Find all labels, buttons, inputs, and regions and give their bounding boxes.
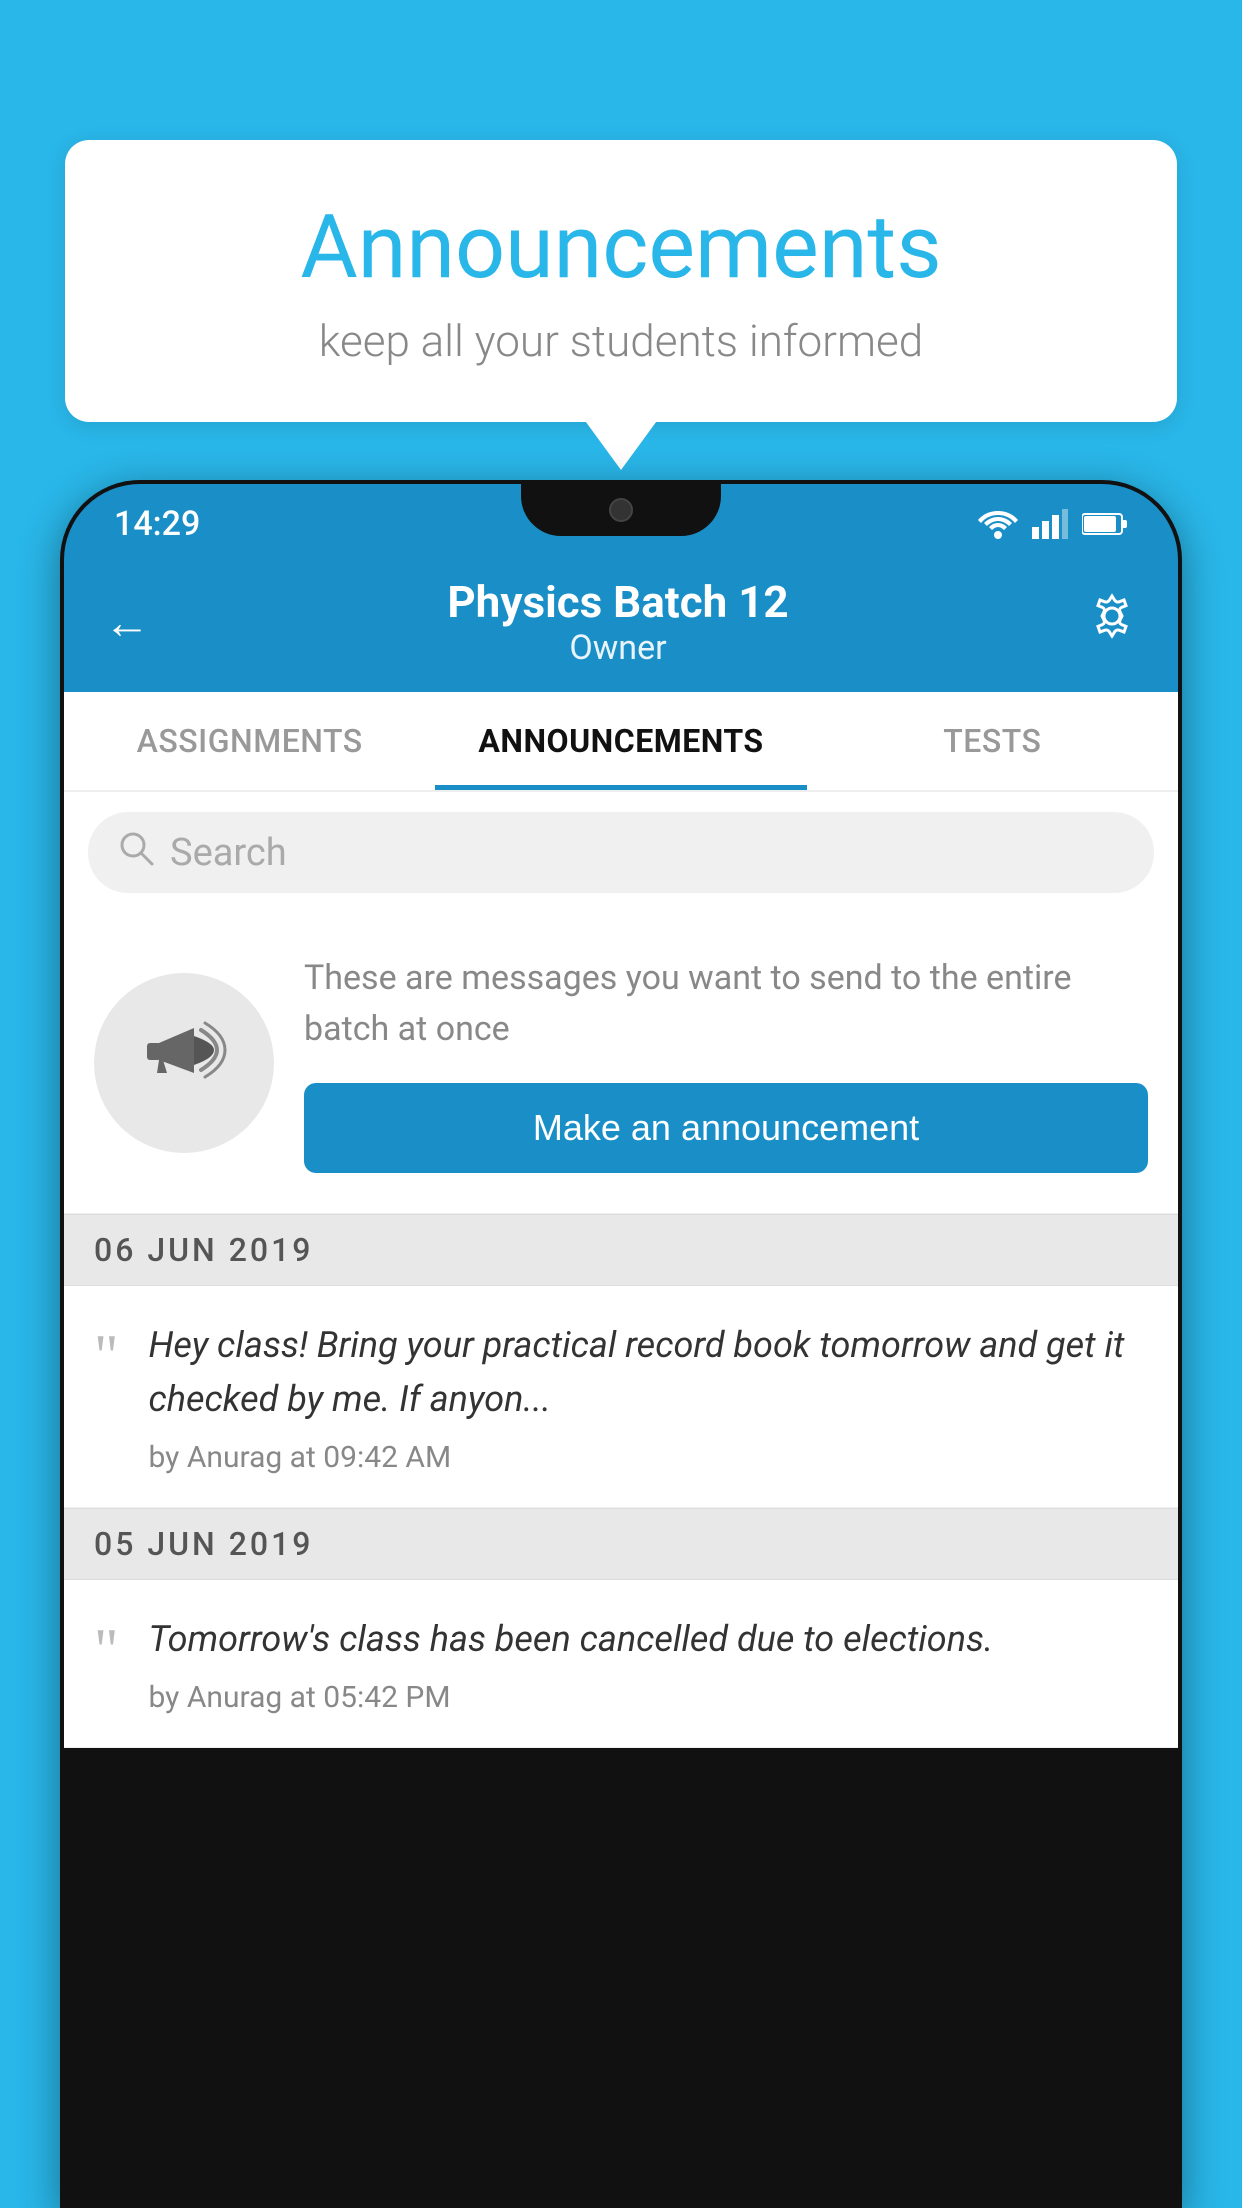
phone-notch: [521, 484, 721, 536]
announcement-text-1: Hey class! Bring your practical record b…: [149, 1318, 1149, 1426]
bubble-title: Announcements: [105, 200, 1137, 297]
battery-icon: [1082, 511, 1128, 537]
tab-assignments[interactable]: ASSIGNMENTS: [64, 692, 435, 790]
search-icon: [118, 830, 154, 875]
speech-bubble-container: Announcements keep all your students inf…: [65, 140, 1177, 422]
signal-icon: [1032, 509, 1068, 539]
announcement-meta-1: by Anurag at 09:42 AM: [149, 1440, 1149, 1475]
announcement-item-2[interactable]: " Tomorrow's class has been cancelled du…: [64, 1580, 1178, 1748]
announcement-meta-2: by Anurag at 05:42 PM: [149, 1680, 1149, 1715]
header-title: Physics Batch 12: [150, 576, 1086, 628]
camera-notch: [609, 498, 633, 522]
tab-announcements[interactable]: ANNOUNCEMENTS: [435, 692, 806, 790]
announcement-content-2: Tomorrow's class has been cancelled due …: [149, 1612, 1149, 1715]
announcement-text-2: Tomorrow's class has been cancelled due …: [149, 1612, 1149, 1666]
announcement-item-1[interactable]: " Hey class! Bring your practical record…: [64, 1286, 1178, 1508]
make-announcement-button[interactable]: Make an announcement: [304, 1083, 1148, 1173]
quote-icon-1: ": [94, 1326, 119, 1386]
phone-frame: 14:29: [60, 480, 1182, 2208]
promo-icon-circle: [94, 973, 274, 1153]
tab-tests[interactable]: TESTS: [807, 692, 1178, 790]
megaphone-icon: [139, 1008, 229, 1118]
tabs-bar: ASSIGNMENTS ANNOUNCEMENTS TESTS: [64, 692, 1178, 792]
header-center: Physics Batch 12 Owner: [150, 576, 1086, 668]
date-separator-1: 06 JUN 2019: [64, 1214, 1178, 1286]
search-input-container[interactable]: Search: [88, 812, 1154, 893]
quote-icon-2: ": [94, 1620, 119, 1680]
settings-button[interactable]: [1086, 590, 1138, 654]
promo-right: These are messages you want to send to t…: [304, 953, 1148, 1173]
phone-inner: 14:29: [64, 484, 1178, 2204]
back-button[interactable]: ←: [104, 595, 150, 650]
bubble-subtitle: keep all your students informed: [105, 315, 1137, 367]
status-icons: [978, 509, 1128, 539]
app-header: ← Physics Batch 12 Owner: [64, 556, 1178, 692]
speech-bubble: Announcements keep all your students inf…: [65, 140, 1177, 422]
screen-content: Search: [64, 792, 1178, 1748]
promo-description: These are messages you want to send to t…: [304, 953, 1148, 1055]
date-separator-2: 05 JUN 2019: [64, 1508, 1178, 1580]
header-subtitle: Owner: [150, 628, 1086, 668]
promo-card: These are messages you want to send to t…: [64, 913, 1178, 1214]
search-bar: Search: [64, 792, 1178, 913]
search-placeholder-text: Search: [170, 831, 287, 875]
wifi-icon: [978, 509, 1018, 539]
announcement-content-1: Hey class! Bring your practical record b…: [149, 1318, 1149, 1475]
status-time: 14:29: [114, 504, 200, 544]
